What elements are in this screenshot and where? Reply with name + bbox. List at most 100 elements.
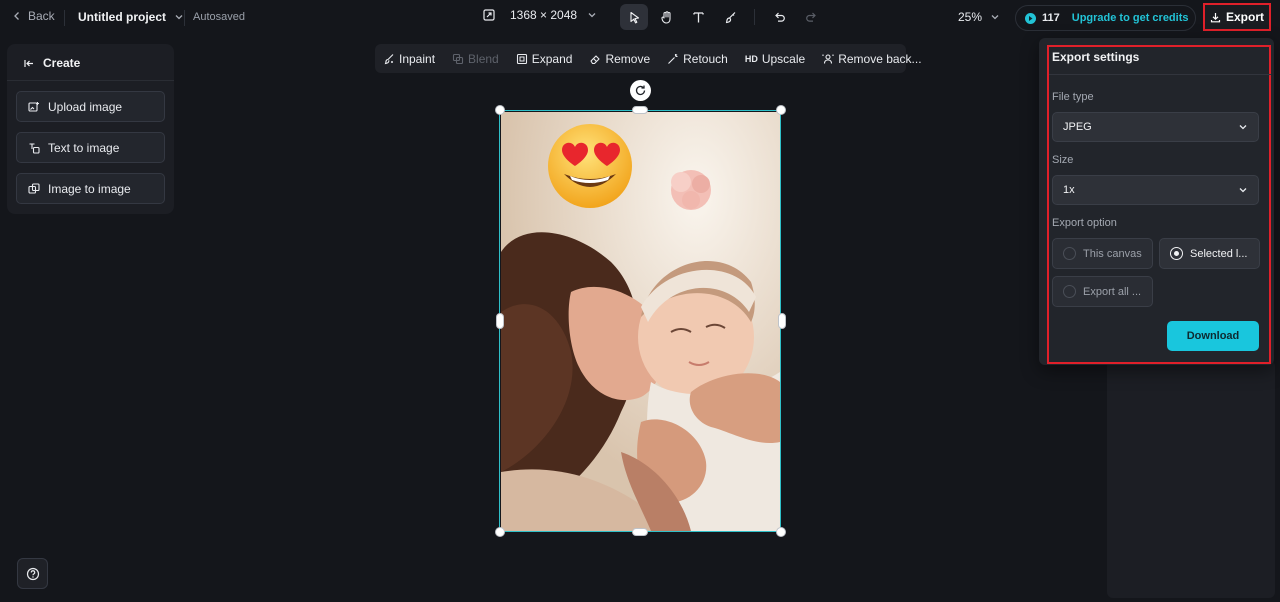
size-label: Size [1052, 154, 1074, 166]
radio-icon [1063, 285, 1076, 298]
resize-handle-right[interactable] [778, 313, 786, 329]
image-to-image-icon [28, 182, 40, 194]
text-tool-button[interactable] [684, 4, 712, 30]
brush-tool-button[interactable] [716, 4, 744, 30]
chevron-left-icon [14, 12, 19, 20]
file-type-value: JPEG [1063, 121, 1092, 133]
upgrade-link[interactable]: Upgrade to get credits [1072, 12, 1189, 24]
help-circle-icon [26, 567, 39, 580]
chevron-down-icon [588, 13, 596, 18]
export-option-label: Export option [1052, 217, 1117, 229]
undo-button[interactable] [765, 4, 793, 30]
inpaint-brush-icon [384, 53, 394, 64]
rotate-icon [635, 85, 646, 96]
create-panel-title: Create [43, 56, 81, 70]
text-to-image-icon [29, 142, 40, 154]
upload-image-button[interactable]: Upload image [16, 91, 165, 122]
radio-selected-icon [1170, 247, 1183, 260]
chevron-down-icon [175, 15, 183, 20]
photo-illustration [501, 112, 780, 531]
resize-handle-top-right[interactable] [776, 105, 786, 115]
hand-icon [660, 10, 671, 24]
top-bar: Back Untitled project Autosaved 1368 × 2… [0, 0, 1280, 36]
hand-tool-button[interactable] [652, 4, 680, 30]
inpaint-button[interactable]: Inpaint [383, 52, 443, 66]
canvas-size-menu[interactable]: 1368 × 2048 [482, 8, 597, 22]
remove-label: Remove [605, 51, 651, 66]
export-option-selected-layers[interactable]: Selected l... [1159, 238, 1260, 269]
arrow-left-bar-icon [24, 59, 33, 67]
resize-handle-top[interactable] [632, 106, 648, 114]
remove-button[interactable]: Remove [589, 52, 658, 66]
expand-label: Expand [531, 51, 573, 66]
export-option-export-all[interactable]: Export all ... [1052, 276, 1153, 307]
autosave-status: Autosaved [193, 11, 245, 23]
back-button[interactable]: Back [12, 9, 55, 23]
upscale-label: Upscale [761, 51, 806, 66]
chevron-down-icon [991, 15, 999, 20]
size-select[interactable]: 1x [1052, 175, 1259, 205]
resize-handle-bottom-left[interactable] [495, 527, 505, 537]
resize-handle-bottom[interactable] [632, 528, 648, 536]
select-tool-button[interactable] [620, 4, 648, 30]
heart-eyes-emoji-sticker [548, 124, 632, 208]
chevron-down-icon [1239, 125, 1247, 130]
text-to-image-button[interactable]: Text to image [16, 132, 165, 163]
text-to-image-label: Text to image [48, 140, 120, 155]
file-type-select[interactable]: JPEG [1052, 112, 1259, 142]
inpaint-label: Inpaint [399, 51, 436, 66]
export-settings-title: Export settings [1052, 50, 1140, 64]
right-side-panel [1107, 360, 1275, 598]
back-label: Back [28, 9, 55, 23]
brush-icon [725, 11, 735, 23]
remove-background-button[interactable]: Remove back... [822, 52, 929, 66]
undo-icon [774, 12, 785, 22]
create-panel-header[interactable]: Create [24, 56, 80, 70]
download-icon [1210, 12, 1221, 22]
resize-icon [483, 9, 495, 21]
remove-background-label: Remove back... [838, 51, 922, 66]
blend-button[interactable]: Blend [452, 52, 507, 66]
export-option-label-text: This canvas [1083, 247, 1142, 260]
radio-icon [1063, 247, 1076, 260]
image-to-image-button[interactable]: Image to image [16, 173, 165, 204]
upscale-button[interactable]: HD Upscale [745, 52, 813, 66]
upload-image-icon [28, 101, 39, 112]
size-value: 1x [1063, 184, 1075, 196]
zoom-menu[interactable]: 25% [958, 10, 1000, 24]
credits-count: 117 [1042, 12, 1060, 24]
export-button[interactable]: Export [1203, 3, 1271, 31]
text-icon [692, 11, 704, 22]
image-edit-toolbar: Inpaint Blend Expand Remove Retouch HD U… [375, 44, 922, 73]
project-title-menu[interactable]: Untitled project [78, 10, 184, 24]
selected-image-layer[interactable] [499, 110, 781, 532]
credits-pill[interactable]: 117 Upgrade to get credits [1015, 5, 1196, 31]
divider [64, 10, 65, 26]
rotate-handle[interactable] [630, 80, 651, 101]
cursor-icon [629, 11, 639, 23]
export-option-this-canvas[interactable]: This canvas [1052, 238, 1153, 269]
download-button[interactable]: Download [1167, 321, 1259, 351]
eraser-icon [590, 54, 600, 64]
credit-coin-icon [1025, 12, 1036, 24]
resize-handle-bottom-right[interactable] [776, 527, 786, 537]
retouch-button[interactable]: Retouch [667, 52, 736, 66]
expand-button[interactable]: Expand [516, 52, 581, 66]
export-settings-panel: Export settings File type JPEG Size 1x E… [1039, 38, 1274, 365]
project-title: Untitled project [78, 10, 167, 24]
export-option-label-text: Export all ... [1083, 285, 1142, 298]
hd-icon: HD [744, 53, 758, 64]
blend-label: Blend [468, 51, 499, 66]
export-label: Export [1225, 10, 1264, 24]
help-button[interactable] [17, 558, 48, 589]
zoom-level: 25% [958, 10, 983, 24]
divider [754, 9, 755, 25]
canvas-photo [501, 112, 780, 531]
chevron-down-icon [1239, 188, 1247, 193]
create-panel: Create Upload image Text to image Image … [7, 44, 174, 214]
canvas-dimensions: 1368 × 2048 [510, 8, 578, 22]
resize-handle-left[interactable] [496, 313, 504, 329]
redo-button[interactable] [797, 4, 825, 30]
resize-handle-top-left[interactable] [495, 105, 505, 115]
image-to-image-label: Image to image [48, 181, 131, 196]
